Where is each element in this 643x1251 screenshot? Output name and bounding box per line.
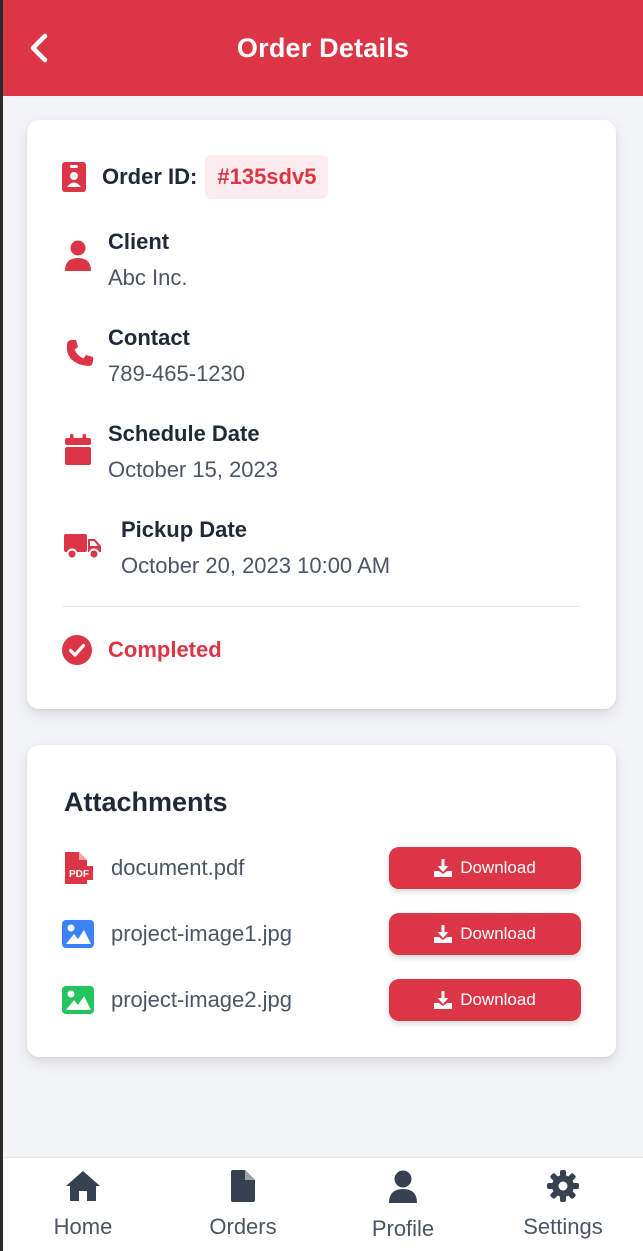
image-icon (62, 986, 94, 1014)
attachment-name[interactable]: project-image2.jpg (111, 987, 389, 1013)
app-frame: Order Details Order ID: #135sdv5 Client (0, 0, 643, 1251)
client-label: Client (108, 229, 170, 254)
divider (62, 606, 580, 607)
download-button[interactable]: Download (389, 979, 581, 1021)
pickup-date-row: Pickup Date October 20, 2023 10:00 AM (64, 516, 390, 580)
order-id-label: Order ID: (102, 164, 198, 189)
back-button[interactable] (21, 28, 57, 68)
check-circle-icon (62, 635, 92, 665)
chevron-left-icon (30, 33, 48, 63)
attachments-card: Attachments PDF document.pdf Download pr… (27, 745, 616, 1057)
download-label: Download (460, 924, 536, 943)
order-details-card: Order ID: #135sdv5 Client Abc Inc. Conta… (27, 120, 616, 709)
pdf-file-icon: PDF (65, 852, 93, 884)
contact-row: Contact 789-465-1230 (64, 324, 245, 388)
nav-item-settings[interactable]: Settings (483, 1158, 643, 1251)
status-badge: Completed (108, 637, 222, 662)
home-icon (66, 1171, 100, 1201)
contact-value[interactable]: 789-465-1230 (108, 360, 245, 388)
order-id-row: Order ID: #135sdv5 (62, 155, 329, 199)
file-icon (231, 1170, 255, 1202)
nav-item-orders[interactable]: Orders (163, 1158, 323, 1251)
nav-label-home: Home (53, 1214, 113, 1239)
attachment-name[interactable]: document.pdf (111, 855, 389, 881)
download-icon (434, 925, 453, 943)
attachment-item: project-image1.jpg Download (62, 913, 581, 955)
bottom-nav: Home Orders Profile Settings (3, 1157, 643, 1251)
attachments-title: Attachments (64, 787, 228, 817)
id-badge-icon (62, 162, 86, 192)
download-icon (434, 991, 453, 1009)
schedule-date-value: October 15, 2023 (108, 457, 279, 482)
user-icon (389, 1170, 417, 1203)
download-icon (434, 859, 453, 877)
attachment-item: project-image2.jpg Download (62, 979, 581, 1021)
order-id-value: #135sdv5 (205, 155, 329, 199)
page-title: Order Details (236, 32, 410, 63)
contact-label: Contact (108, 325, 190, 350)
nav-label-orders: Orders (209, 1214, 277, 1239)
pickup-date-label: Pickup Date (121, 517, 247, 542)
svg-text:PDF: PDF (69, 869, 89, 880)
truck-icon (64, 534, 101, 560)
pickup-date-value: October 20, 2023 10:00 AM (121, 553, 391, 578)
gear-icon (547, 1170, 579, 1202)
client-value: Abc Inc. (108, 265, 188, 290)
user-icon (65, 240, 91, 271)
status-row: Completed (62, 635, 222, 665)
phone-icon (66, 340, 93, 366)
nav-item-profile[interactable]: Profile (323, 1158, 483, 1251)
attachment-name[interactable]: project-image1.jpg (111, 921, 389, 947)
image-icon (62, 920, 94, 948)
attachment-item: PDF document.pdf Download (62, 847, 581, 889)
calendar-icon (65, 434, 91, 465)
client-row: Client Abc Inc. (62, 228, 187, 292)
nav-label-settings: Settings (523, 1214, 603, 1239)
app-header: Order Details (3, 0, 643, 96)
schedule-date-label: Schedule Date (108, 421, 260, 446)
download-button[interactable]: Download (389, 913, 581, 955)
download-label: Download (460, 990, 536, 1009)
schedule-date-row: Schedule Date October 15, 2023 (62, 420, 278, 484)
nav-label-profile: Profile (371, 1216, 435, 1241)
download-label: Download (460, 858, 536, 877)
nav-item-home[interactable]: Home (3, 1158, 163, 1251)
download-button[interactable]: Download (389, 847, 581, 889)
